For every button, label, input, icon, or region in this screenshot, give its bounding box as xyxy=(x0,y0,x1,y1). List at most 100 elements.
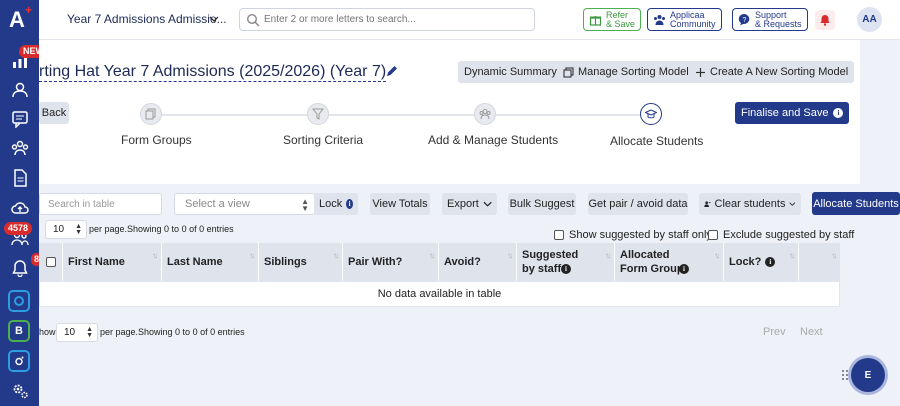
exclude-suggested-checkbox[interactable] xyxy=(708,230,718,240)
step-label-sorting-criteria: Sorting Criteria xyxy=(283,133,364,147)
clear-students-button[interactable]: Clear students xyxy=(699,193,801,215)
refer-save-button[interactable]: Refer & Save xyxy=(583,8,642,31)
export-label: Export xyxy=(447,198,479,210)
col-siblings[interactable]: Siblings ↑↓ xyxy=(259,243,343,281)
app-logo[interactable]: A xyxy=(9,7,25,33)
table-search-input[interactable]: Search in table xyxy=(39,193,162,215)
bulk-suggest-button[interactable]: Bulk Suggest xyxy=(508,193,576,215)
search-icon xyxy=(246,13,260,27)
per-page-value-top: 10 xyxy=(53,224,65,235)
user-avatar[interactable]: AA xyxy=(857,7,882,32)
col-suggested-label: Suggested by staff xyxy=(522,249,579,275)
back-label: Back xyxy=(41,107,67,119)
messages-icon[interactable] xyxy=(9,108,30,129)
stepper-track xyxy=(162,114,640,116)
export-button[interactable]: Export xyxy=(442,193,497,215)
chevron-down-icon[interactable] xyxy=(209,14,219,24)
workspace-selector[interactable]: Year 7 Admissions Admissio... xyxy=(67,12,227,26)
col-lock[interactable]: Lock? i ↑↓ xyxy=(724,243,799,281)
sort-icon: ↑↓ xyxy=(152,251,158,260)
select-arrows-icon: ▲ ▼ xyxy=(75,223,82,236)
view-select[interactable]: Select a view ▲ ▼ xyxy=(174,193,315,215)
global-search[interactable] xyxy=(239,8,535,31)
per-page-select-bottom[interactable]: 10 ▲ ▼ xyxy=(56,323,98,342)
step-label-allocate-students: Allocate Students xyxy=(610,134,704,148)
show-suggested-label: Show suggested by staff only xyxy=(569,229,712,241)
col-pair-with[interactable]: Pair With? ↑↓ xyxy=(343,243,439,281)
finalise-save-button[interactable]: Finalise and Save i xyxy=(735,102,850,124)
groups-icon[interactable] xyxy=(9,137,30,158)
view-select-placeholder: Select a view xyxy=(185,198,250,210)
exclude-suggested-label: Exclude suggested by staff xyxy=(723,229,855,241)
step-allocate-students-icon[interactable] xyxy=(640,103,662,125)
sort-icon: ↑↓ xyxy=(605,251,611,260)
select-all-checkbox[interactable] xyxy=(45,257,56,267)
sort-icon: ↑↓ xyxy=(249,251,255,260)
svg-text:?: ? xyxy=(743,17,747,24)
entries-info-top: per page.Showing 0 to 0 of 0 entries xyxy=(89,224,234,234)
o-app-icon[interactable] xyxy=(8,290,30,312)
create-model-label: Create A New Sorting Model xyxy=(710,66,849,78)
step-label-add-students: Add & Manage Students xyxy=(428,133,559,147)
select-all-cell xyxy=(39,243,63,281)
step-form-groups-icon[interactable] xyxy=(140,103,162,125)
global-search-input[interactable] xyxy=(264,11,529,28)
col-suggested[interactable]: Suggested by staff i ↑↓ xyxy=(517,243,615,281)
col-pair-with-label: Pair With? xyxy=(348,256,403,268)
users-icon[interactable] xyxy=(9,79,30,100)
instagram-icon[interactable] xyxy=(8,350,30,372)
info-icon: i xyxy=(346,199,353,209)
col-last-name[interactable]: Last Name ↑↓ xyxy=(162,243,259,281)
cloud-upload-icon[interactable] xyxy=(9,197,30,218)
document-icon[interactable] xyxy=(9,167,30,188)
settings-icon[interactable] xyxy=(9,380,30,401)
prev-button[interactable]: Prev xyxy=(763,326,786,338)
community-button[interactable]: Applicaa Community xyxy=(647,8,722,31)
page-title[interactable]: rting Hat Year 7 Admissions (2025/2026) … xyxy=(39,63,387,82)
show-suggested-checkbox[interactable] xyxy=(554,230,564,240)
alerts-bell-icon[interactable] xyxy=(815,10,835,30)
col-last-name-label: Last Name xyxy=(167,256,223,268)
support-icon: ? xyxy=(738,13,750,26)
select-arrows-icon: ▲ ▼ xyxy=(301,197,309,213)
manage-models-label: Manage Sorting Models xyxy=(578,66,695,78)
edit-pencil-icon[interactable] xyxy=(386,65,398,77)
view-totals-button[interactable]: View Totals xyxy=(370,193,430,215)
bulk-suggest-label: Bulk Suggest xyxy=(509,198,575,210)
assistant-fab[interactable]: E xyxy=(851,358,885,392)
next-button[interactable]: Next xyxy=(800,326,823,338)
manage-sorting-models-button[interactable]: Manage Sorting Models xyxy=(557,61,701,83)
support-button[interactable]: ? Support & Requests xyxy=(732,8,808,31)
sort-icon: ↑↓ xyxy=(507,251,513,260)
drag-handle-icon[interactable] xyxy=(841,369,849,381)
create-sorting-model-button[interactable]: Create A New Sorting Model xyxy=(689,61,855,83)
sort-icon: ↑↓ xyxy=(789,251,795,260)
sort-icon: ↑↓ xyxy=(831,251,837,260)
gift-icon xyxy=(589,16,602,26)
back-button[interactable]: Back xyxy=(39,102,69,124)
step-sorting-criteria-icon[interactable] xyxy=(307,103,329,125)
pair-avoid-button[interactable]: Get pair / avoid data xyxy=(588,193,688,215)
table-empty-row: No data available in table xyxy=(39,281,840,307)
b-app-icon[interactable]: B xyxy=(8,320,30,342)
col-allocated-form-group[interactable]: Allocated Form Group i ↑↓ xyxy=(615,243,724,281)
dynamic-summary-button[interactable]: Dynamic Summary xyxy=(458,61,563,83)
notifications-icon[interactable] xyxy=(9,257,30,278)
support-line2: & Requests xyxy=(755,18,802,29)
col-first-name[interactable]: First Name ↑↓ xyxy=(63,243,162,281)
applicants-badge: 4578 xyxy=(4,222,33,235)
per-page-select-top[interactable]: 10 ▲ ▼ xyxy=(45,220,87,239)
step-label-form-groups: Form Groups xyxy=(121,133,192,147)
sort-icon: ↑↓ xyxy=(429,251,435,260)
allocate-students-button[interactable]: Allocate Students xyxy=(812,192,900,215)
user-remove-icon xyxy=(704,201,711,207)
logo-plus: + xyxy=(25,3,33,17)
col-actions[interactable]: ↑↓ xyxy=(799,243,840,281)
right-gutter xyxy=(860,40,900,184)
step-add-students-icon[interactable] xyxy=(474,103,496,125)
info-icon: i xyxy=(833,108,844,118)
copy-icon xyxy=(563,66,574,78)
lock-button[interactable]: Lock i xyxy=(314,193,358,215)
sort-icon: ↑↓ xyxy=(714,251,720,260)
col-avoid[interactable]: Avoid? ↑↓ xyxy=(439,243,517,281)
